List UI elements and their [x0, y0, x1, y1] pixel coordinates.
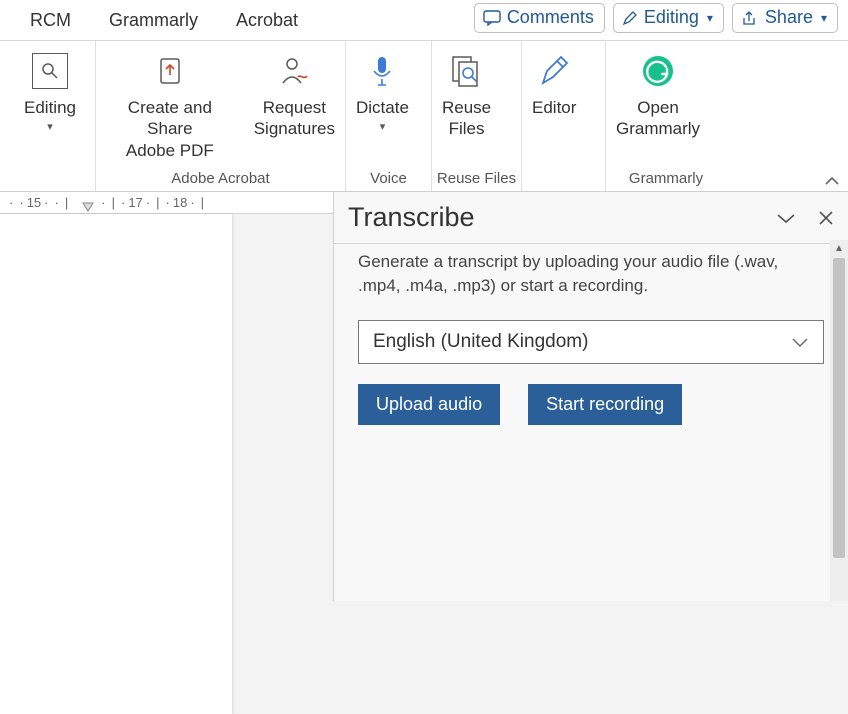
share-icon — [741, 10, 759, 26]
editing-mode-label: Editing — [644, 7, 699, 28]
ribbon: Editing ▾ Create and Share Adobe PDF Req… — [0, 41, 848, 192]
ruler-mark: 17 — [128, 195, 142, 210]
comments-button[interactable]: Comments — [474, 3, 605, 33]
create-share-pdf-button[interactable]: Create and Share Adobe PDF — [96, 49, 244, 161]
comments-label: Comments — [507, 7, 594, 28]
transcribe-pane: Transcribe Generate a transcript by uplo… — [333, 192, 848, 601]
collapse-pane-button[interactable] — [776, 211, 796, 225]
ruler-mark: 15 — [27, 195, 41, 210]
ribbon-group-label — [522, 170, 605, 191]
share-label: Share — [765, 7, 813, 28]
lower-area: ·· 15 ··| ·|· 17 ·|· 18 ·| Transcribe Ge… — [0, 192, 848, 601]
editing-button-label: Editing — [24, 97, 76, 118]
grammarly-icon — [640, 49, 676, 93]
comment-icon — [483, 10, 501, 26]
ribbon-group-reuse: Reuse Files Reuse Files — [432, 41, 522, 191]
dictate-label: Dictate — [356, 97, 409, 118]
tab-acrobat[interactable]: Acrobat — [236, 10, 298, 31]
create-share-pdf-label: Create and Share Adobe PDF — [106, 97, 234, 161]
dictate-button[interactable]: Dictate ▾ — [346, 49, 419, 133]
chevron-down-icon: ▾ — [707, 11, 713, 25]
language-select[interactable]: English (United Kingdom) — [358, 320, 824, 364]
ribbon-group-grammarly: Open Grammarly Grammarly — [606, 41, 726, 191]
ribbon-group-voice: Dictate ▾ Voice — [346, 41, 432, 191]
horizontal-ruler[interactable]: ·· 15 ··| ·|· 17 ·|· 18 ·| — [0, 192, 333, 214]
language-select-value: English (United Kingdom) — [373, 331, 588, 353]
editor-button[interactable]: Editor — [522, 49, 586, 118]
pencil-icon — [622, 10, 638, 26]
chevron-down-icon: ▾ — [821, 11, 827, 25]
magnifier-box-icon — [32, 49, 68, 93]
open-grammarly-button[interactable]: Open Grammarly — [606, 49, 710, 140]
open-grammarly-label: Open Grammarly — [616, 97, 700, 140]
ribbon-group-acrobat: Create and Share Adobe PDF Request Signa… — [96, 41, 346, 191]
scroll-thumb[interactable] — [833, 258, 845, 558]
chevron-down-icon: ▾ — [380, 120, 386, 133]
chevron-down-icon: ▾ — [47, 120, 53, 133]
ribbon-group-editing: Editing ▾ — [0, 41, 96, 191]
share-button[interactable]: Share ▾ — [732, 3, 838, 33]
chevron-down-icon — [791, 336, 809, 348]
ribbon-group-label: Voice — [346, 170, 431, 191]
document-page[interactable] — [0, 214, 232, 714]
document-area: ·· 15 ··| ·|· 17 ·|· 18 ·| — [0, 192, 333, 601]
request-signatures-label: Request Signatures — [254, 97, 335, 140]
reuse-files-button[interactable]: Reuse Files — [432, 49, 501, 140]
signature-person-icon — [276, 49, 312, 93]
pane-body: Generate a transcript by uploading your … — [334, 244, 848, 425]
top-right-controls: Comments Editing ▾ Share ▾ — [474, 3, 838, 33]
request-signatures-button[interactable]: Request Signatures — [244, 49, 345, 140]
upload-audio-button[interactable]: Upload audio — [358, 384, 500, 425]
microphone-icon — [367, 49, 397, 93]
editing-mode-button[interactable]: Editing ▾ — [613, 3, 724, 33]
ribbon-group-label: Adobe Acrobat — [96, 170, 345, 191]
chevron-up-icon — [824, 175, 840, 187]
ribbon-group-label: Grammarly — [606, 170, 726, 191]
pane-header: Transcribe — [334, 192, 848, 243]
close-pane-button[interactable] — [818, 210, 834, 226]
start-recording-button[interactable]: Start recording — [528, 384, 682, 425]
editor-label: Editor — [532, 97, 576, 118]
pdf-upload-icon — [152, 49, 188, 93]
pane-title: Transcribe — [348, 202, 475, 233]
scroll-up-button[interactable]: ▲ — [830, 240, 848, 256]
pane-scrollbar[interactable]: ▲ — [830, 240, 848, 601]
ruler-mark: 18 — [173, 195, 187, 210]
ribbon-group-label — [0, 170, 95, 191]
ribbon-group-label: Reuse Files — [432, 170, 521, 191]
files-search-icon — [447, 49, 487, 93]
tab-grammarly[interactable]: Grammarly — [109, 10, 198, 31]
editor-pen-icon — [537, 49, 571, 93]
tab-rcm[interactable]: RCM — [30, 10, 71, 31]
reuse-files-label: Reuse Files — [442, 97, 491, 140]
indent-marker-icon[interactable] — [82, 202, 94, 214]
editing-button[interactable]: Editing ▾ — [14, 49, 86, 133]
transcribe-description: Generate a transcript by uploading your … — [358, 250, 824, 298]
collapse-ribbon-button[interactable] — [824, 175, 840, 187]
ribbon-group-editor: Editor — [522, 41, 606, 191]
